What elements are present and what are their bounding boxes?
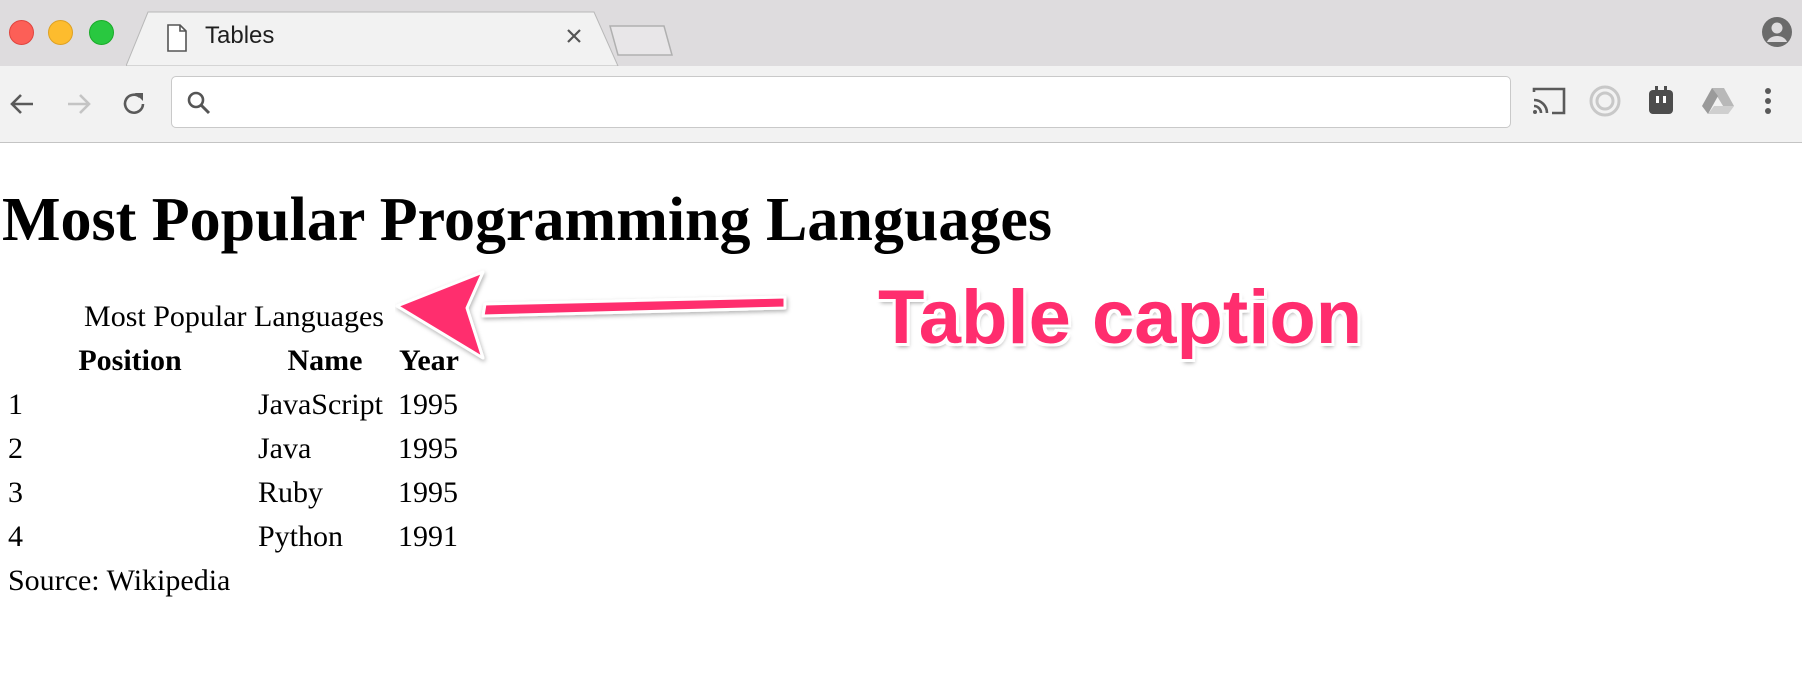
cell-year: 1995 <box>398 388 458 421</box>
drive-icon[interactable] <box>1700 84 1736 118</box>
active-tab[interactable] <box>126 11 620 67</box>
table-row: 3 Ruby 1995 <box>8 473 460 513</box>
cell-year: 1995 <box>398 432 458 465</box>
search-icon <box>187 91 211 115</box>
annotation-arrow <box>395 270 787 360</box>
cell-year: 1995 <box>398 476 458 509</box>
profile-icon[interactable] <box>1760 15 1794 49</box>
cell-position: 4 <box>8 520 23 553</box>
close-window-button[interactable] <box>9 20 34 45</box>
tab-strip: Tables <box>0 0 1802 67</box>
cell-position: 1 <box>8 388 23 421</box>
cell-position: 2 <box>8 432 23 465</box>
cell-position: 3 <box>8 476 23 509</box>
cell-name: Python <box>258 520 344 553</box>
column-header-position: Position <box>78 344 182 377</box>
minimize-window-button[interactable] <box>48 20 73 45</box>
table-footer-row: Source: Wikipedia <box>8 561 460 601</box>
cell-name: Ruby <box>258 476 324 509</box>
page-title: Most Popular Programming Languages <box>2 186 1053 254</box>
cell-name: JavaScript <box>258 388 383 421</box>
cell-year: 1991 <box>398 520 458 553</box>
back-button[interactable] <box>5 86 41 122</box>
menu-icon[interactable] <box>1762 84 1774 118</box>
tab-title: Tables <box>205 22 275 49</box>
close-tab-icon[interactable] <box>562 24 586 48</box>
circle-extension-icon[interactable] <box>1588 84 1622 118</box>
document-icon <box>167 24 187 52</box>
annotation-label: Table caption <box>878 275 1363 360</box>
browser-toolbar <box>0 66 1802 143</box>
reload-button[interactable] <box>116 86 152 122</box>
table-header-row: Position Name Year <box>8 341 460 381</box>
table-footer: Source: Wikipedia <box>8 564 231 597</box>
table-row: 2 Java 1995 <box>8 429 460 469</box>
zoom-window-button[interactable] <box>89 20 114 45</box>
address-input[interactable] <box>222 85 1496 121</box>
address-bar[interactable] <box>171 76 1511 128</box>
page-content: Most Popular Programming Languages Most … <box>0 143 1802 678</box>
column-header-name: Name <box>287 344 363 377</box>
new-tab-button[interactable] <box>606 24 676 58</box>
cast-icon[interactable] <box>1530 84 1568 118</box>
plug-extension-icon[interactable] <box>1644 84 1678 118</box>
forward-button[interactable] <box>60 86 96 122</box>
table-row: 1 JavaScript 1995 <box>8 385 460 425</box>
cell-name: Java <box>258 432 312 465</box>
table-row: 4 Python 1991 <box>8 517 460 557</box>
